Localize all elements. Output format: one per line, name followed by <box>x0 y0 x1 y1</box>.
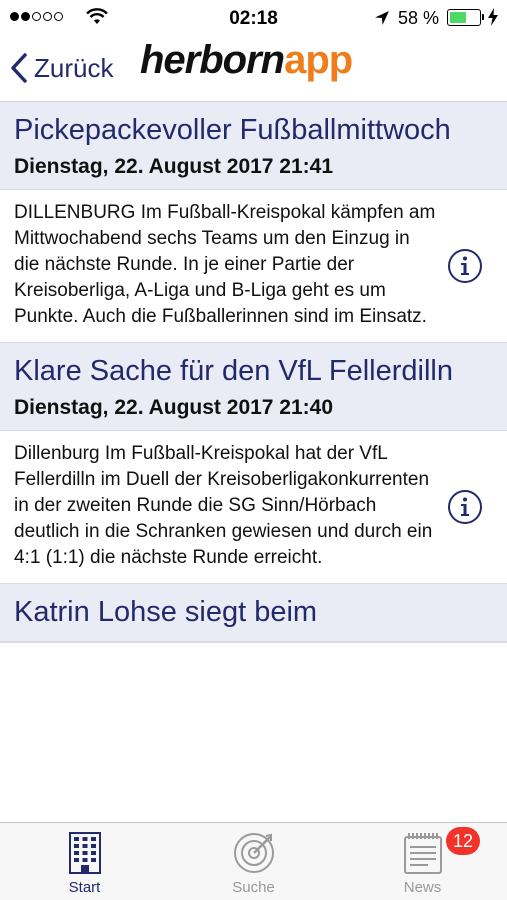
article-teaser-text: Dillenburg Im Fußball-Kreispokal hat der… <box>14 443 433 568</box>
article-date: Dienstag, 22. August 2017 21:40 <box>14 396 334 419</box>
article-date: Dienstag, 22. August 2017 21:41 <box>14 155 334 178</box>
article-teaser-text: DILLENBURG Im Fußball-Kreispokal kämpfen… <box>14 202 436 327</box>
location-arrow-icon <box>375 11 389 25</box>
tab-start[interactable]: Start <box>0 823 169 900</box>
article-header[interactable]: Katrin Lohse siegt beim <box>0 584 507 642</box>
navigation-bar: Zurück herbornapp <box>0 36 507 102</box>
article-header[interactable]: Pickepackevoller Fußballmittwoch Diensta… <box>0 102 507 190</box>
article-teaser[interactable]: Dillenburg Im Fußball-Kreispokal hat der… <box>0 431 507 583</box>
building-icon <box>68 832 101 874</box>
info-icon[interactable] <box>447 248 483 284</box>
news-list[interactable]: Pickepackevoller Fußballmittwoch Diensta… <box>0 102 507 822</box>
back-button[interactable]: Zurück <box>10 48 113 88</box>
tab-news[interactable]: 12 News <box>338 823 507 900</box>
search-target-icon <box>233 833 274 873</box>
charging-bolt-icon <box>488 8 498 26</box>
status-bar: 02:18 58 % <box>0 0 507 36</box>
list-item[interactable]: Katrin Lohse siegt beim <box>0 584 507 643</box>
tab-suche-label: Suche <box>232 879 275 896</box>
list-item[interactable]: Klare Sache für den VfL Fellerdilln Dien… <box>0 343 507 584</box>
article-title: Pickepackevoller Fußballmittwoch <box>14 114 451 146</box>
newspaper-icon <box>403 833 442 874</box>
battery-icon <box>447 9 484 26</box>
tab-start-label: Start <box>68 879 101 896</box>
info-icon[interactable] <box>447 489 483 525</box>
tab-news-label: News <box>403 879 442 896</box>
back-button-label: Zurück <box>34 52 114 83</box>
battery-percent: 58 % <box>398 8 440 28</box>
news-badge: 12 <box>446 827 480 855</box>
article-header[interactable]: Klare Sache für den VfL Fellerdilln Dien… <box>0 343 507 431</box>
chevron-left-icon <box>11 53 27 83</box>
article-title: Katrin Lohse siegt beim <box>14 596 318 628</box>
list-item[interactable]: Pickepackevoller Fußballmittwoch Diensta… <box>0 102 507 343</box>
article-title: Klare Sache für den VfL Fellerdilln <box>14 355 453 387</box>
article-teaser[interactable]: DILLENBURG Im Fußball-Kreispokal kämpfen… <box>0 190 507 342</box>
app-logo: herbornapp <box>140 38 353 82</box>
tab-suche[interactable]: Suche <box>169 823 338 900</box>
tab-bar: Start Suche 12 News <box>0 822 507 900</box>
